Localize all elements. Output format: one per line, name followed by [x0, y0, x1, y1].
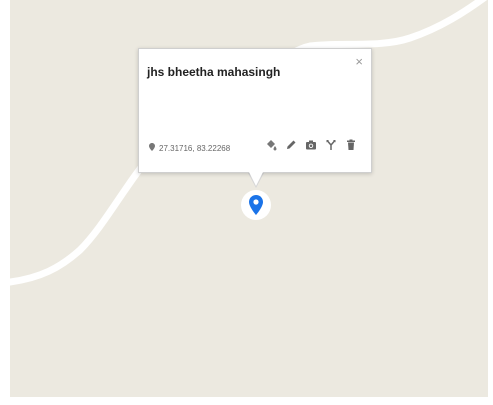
location-marker[interactable] — [241, 190, 271, 220]
popup-tail — [249, 172, 263, 186]
coordinates-text: 27.31716, 83.22268 — [159, 143, 231, 153]
place-info-popup: jhs bheetha mahasingh × 27.31716, 83.222… — [138, 48, 372, 173]
pencil-icon[interactable] — [285, 139, 297, 151]
small-pin-icon — [149, 143, 155, 153]
trash-icon[interactable] — [345, 139, 357, 151]
camera-icon[interactable] — [305, 139, 317, 151]
place-title: jhs bheetha mahasingh — [147, 65, 281, 79]
close-button[interactable]: × — [355, 55, 363, 69]
popup-toolbar — [265, 139, 357, 151]
directions-fork-icon[interactable] — [325, 139, 337, 151]
coordinates-readout: 27.31716, 83.22268 — [149, 143, 230, 153]
paint-bucket-icon[interactable] — [265, 139, 277, 151]
map-pin-icon — [249, 195, 263, 215]
